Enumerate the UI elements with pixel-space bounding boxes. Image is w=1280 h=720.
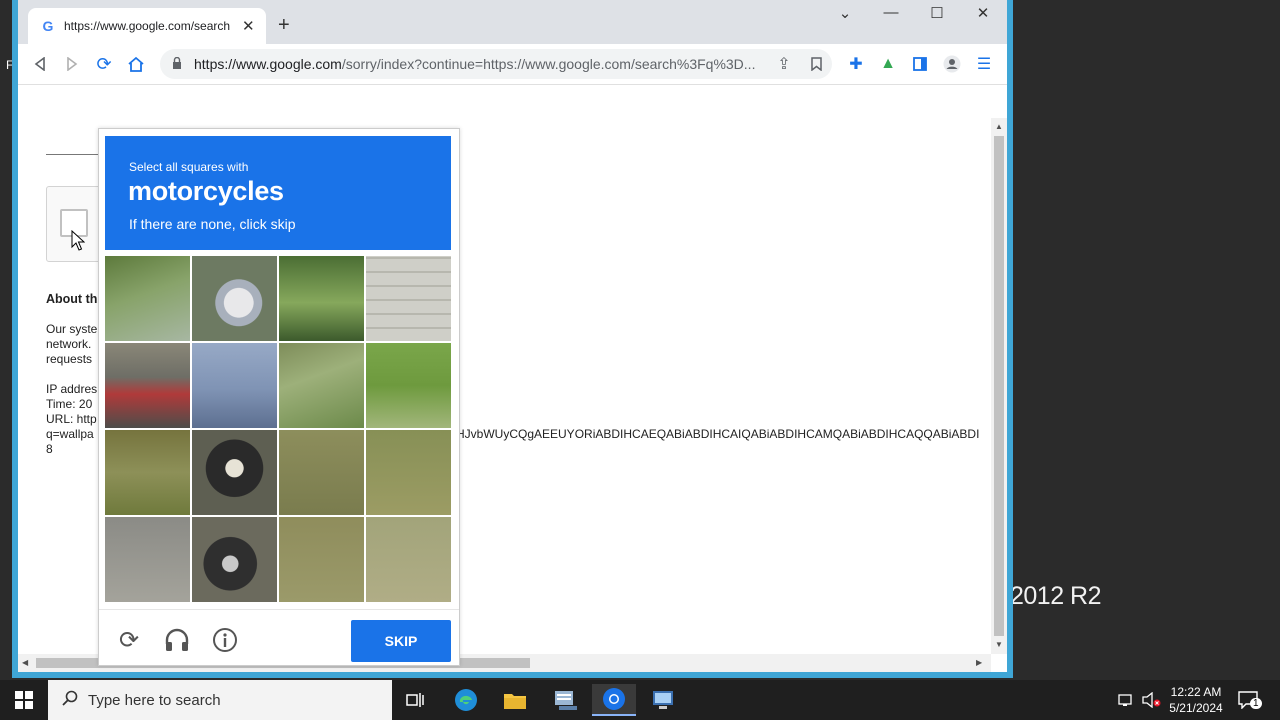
- share-icon[interactable]: ⇪: [772, 52, 796, 76]
- chrome-taskbar-icon[interactable]: [592, 684, 636, 716]
- captcha-tile[interactable]: [366, 517, 451, 602]
- explanation-paragraph: Our syste network. requests: [46, 322, 98, 366]
- about-heading: About th: [46, 292, 98, 306]
- captcha-tile[interactable]: [279, 256, 364, 341]
- extensions-icon[interactable]: ✚: [844, 52, 868, 76]
- captcha-header: Select all squares with motorcycles If t…: [105, 136, 451, 250]
- captcha-tile[interactable]: [192, 517, 277, 602]
- divider: [46, 154, 106, 155]
- extension-app-icon[interactable]: ▲: [876, 52, 900, 76]
- captcha-tile[interactable]: [366, 343, 451, 428]
- start-button[interactable]: [0, 680, 48, 720]
- minimize-icon[interactable]: —: [868, 4, 914, 21]
- captcha-tile[interactable]: [279, 517, 364, 602]
- captcha-tile[interactable]: [105, 517, 190, 602]
- tab-search-chevron-icon[interactable]: ⌄: [822, 4, 868, 22]
- vertical-scrollbar[interactable]: ▲ ▼: [991, 118, 1007, 654]
- lock-icon[interactable]: [172, 56, 186, 71]
- profile-avatar-icon[interactable]: [940, 52, 964, 76]
- captcha-footer: ⟳ SKIP: [99, 609, 459, 666]
- request-details: IP addres Time: 20 URL: http q=wallpa 8: [46, 382, 98, 456]
- side-panel-icon[interactable]: [908, 52, 932, 76]
- notification-count-badge: 1: [1250, 698, 1262, 709]
- long-url-text: HJvbWUyCQgAEEUYORiABDIHCAEQABiABDIHCAIQA…: [456, 427, 980, 441]
- captcha-tile[interactable]: [279, 343, 364, 428]
- search-icon: [62, 690, 78, 711]
- volume-muted-icon[interactable]: [1142, 680, 1162, 720]
- clock-date: 5/21/2024: [1169, 701, 1223, 715]
- tab-google-search[interactable]: G https://www.google.com/search ✕: [28, 8, 266, 44]
- search-placeholder: Type here to search: [88, 691, 221, 709]
- windows-logo-icon: [15, 691, 33, 709]
- task-view-icon[interactable]: [394, 684, 438, 716]
- captcha-target: motorcycles: [128, 176, 284, 206]
- network-icon[interactable]: [1118, 680, 1136, 720]
- file-explorer-icon[interactable]: [493, 684, 537, 716]
- menu-icon[interactable]: ☰: [972, 52, 996, 76]
- captcha-tile[interactable]: [192, 343, 277, 428]
- vertical-scroll-thumb[interactable]: [994, 136, 1004, 636]
- new-tab-icon[interactable]: +: [278, 14, 290, 37]
- google-favicon-icon: G: [42, 18, 54, 34]
- captcha-image-grid: [105, 256, 451, 602]
- url-text: https://www.google.com/sorry/index?conti…: [194, 56, 756, 72]
- captcha-tile[interactable]: [279, 430, 364, 515]
- mouse-cursor-icon: [71, 230, 85, 251]
- edge-browser-icon[interactable]: [444, 684, 488, 716]
- captcha-tile[interactable]: [366, 256, 451, 341]
- home-icon[interactable]: [124, 52, 148, 76]
- taskbar-search[interactable]: Type here to search: [48, 680, 392, 720]
- tab-close-icon[interactable]: ✕: [242, 17, 255, 35]
- reload-challenge-icon[interactable]: ⟳: [115, 626, 143, 654]
- forward-icon[interactable]: [60, 52, 84, 76]
- desktop-os-watermark: 2012 R2: [1010, 582, 1102, 610]
- bookmark-icon[interactable]: [804, 52, 828, 76]
- captcha-tile[interactable]: [105, 343, 190, 428]
- reload-icon[interactable]: ⟳: [92, 52, 116, 76]
- tab-title: https://www.google.com/search: [64, 19, 231, 33]
- audio-challenge-icon[interactable]: [163, 626, 191, 654]
- address-bar[interactable]: https://www.google.com/sorry/index?conti…: [160, 49, 832, 79]
- browser-toolbar: ⟳ https://www.google.com/sorry/index?con…: [18, 44, 1007, 85]
- taskbar: Type here to search 12:22 AM 5/21/2024 1: [0, 680, 1280, 720]
- clock-time: 12:22 AM: [1170, 685, 1222, 699]
- back-icon[interactable]: [28, 52, 52, 76]
- captcha-tile[interactable]: [192, 430, 277, 515]
- info-icon[interactable]: [211, 626, 239, 654]
- system-clock[interactable]: 12:22 AM 5/21/2024: [1160, 684, 1232, 716]
- skip-button[interactable]: SKIP: [351, 620, 451, 662]
- close-window-icon[interactable]: ✕: [960, 4, 1006, 22]
- notification-center-icon[interactable]: 1: [1238, 680, 1262, 720]
- captcha-instruction: Select all squares with: [129, 160, 249, 174]
- captcha-tile[interactable]: [105, 256, 190, 341]
- captcha-tile[interactable]: [192, 256, 277, 341]
- captcha-tile[interactable]: [366, 430, 451, 515]
- captcha-challenge-popup: Select all squares with motorcycles If t…: [98, 128, 460, 666]
- captcha-tile[interactable]: [105, 430, 190, 515]
- server-manager-icon[interactable]: [543, 684, 587, 716]
- remote-desktop-icon[interactable]: [641, 684, 685, 716]
- captcha-hint: If there are none, click skip: [129, 216, 296, 232]
- tab-strip: G https://www.google.com/search ✕ + ⌄ — …: [18, 0, 1007, 44]
- maximize-icon[interactable]: ☐: [914, 4, 960, 22]
